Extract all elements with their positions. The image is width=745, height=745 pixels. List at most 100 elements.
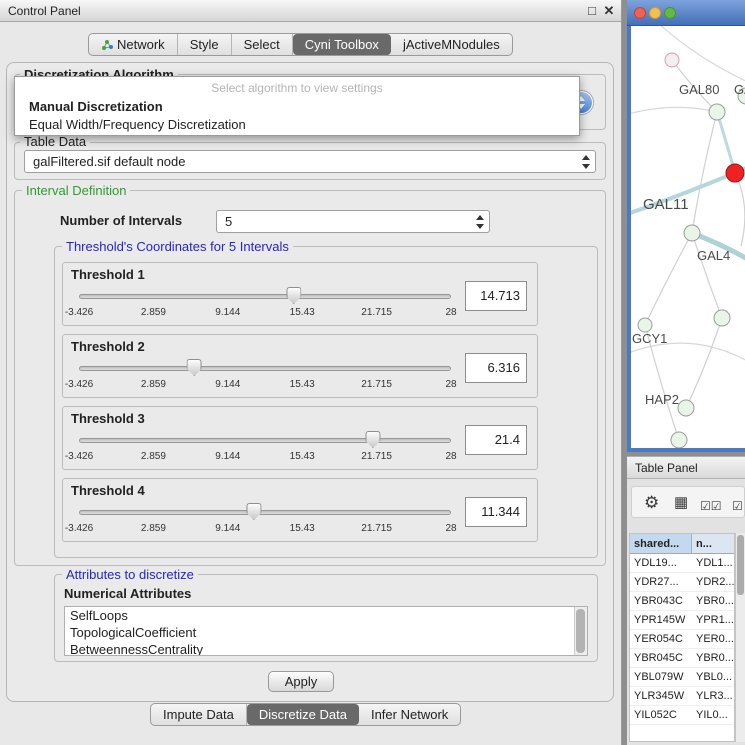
cell-name[interactable]: YBR0... (692, 592, 735, 611)
slider-thumb[interactable] (187, 359, 202, 376)
slider-thumb[interactable] (286, 287, 301, 304)
cell-shared-name[interactable]: YDL19... (630, 554, 692, 573)
network-node[interactable] (665, 53, 679, 67)
table-row[interactable]: YBR043C YBR0... (630, 592, 734, 611)
table-row[interactable]: YBR045C YBR0... (630, 649, 734, 668)
column-header-shared-name[interactable]: shared... (630, 534, 692, 554)
slider-track[interactable] (79, 510, 451, 515)
network-node[interactable] (714, 310, 730, 326)
table-row[interactable]: YDL19... YDL1... (630, 554, 734, 573)
tab-discretize-data[interactable]: Discretize Data (247, 704, 359, 725)
zoom-button[interactable] (664, 7, 676, 19)
table-panel-header: Table Panel (627, 456, 745, 479)
table-row[interactable]: YIL052C YIL0... (630, 706, 734, 725)
cell-shared-name[interactable]: YLR345W (630, 687, 692, 706)
network-node[interactable] (684, 225, 700, 241)
network-edge[interactable] (717, 112, 735, 173)
list-item[interactable]: BetweennessCentrality (65, 641, 587, 656)
gear-icon[interactable]: ⚙ (644, 493, 659, 513)
node-label-hap2: HAP2 (645, 392, 679, 407)
table-panel: Table Panel ⚙ ▦ ☑☑ ☑ shared... n... YDL1… (627, 456, 745, 745)
tick-label: 2.859 (141, 523, 166, 534)
dropdown-item-equal-width-frequency[interactable]: Equal Width/Frequency Discretization (19, 116, 575, 133)
cell-name[interactable]: YBR0... (692, 649, 735, 668)
number-of-intervals-combobox[interactable]: 5 (216, 210, 490, 233)
slider-track[interactable] (79, 294, 451, 299)
cell-shared-name[interactable]: YDR27... (630, 573, 692, 592)
cell-shared-name[interactable]: YBL079W (630, 668, 692, 687)
close-icon[interactable]: ✕ (601, 0, 617, 22)
table-row[interactable]: YPR145W YPR1... (630, 611, 734, 630)
tick-label: 21.715 (361, 307, 392, 318)
threshold-2-label: Threshold 2 (71, 339, 145, 354)
column-header-name[interactable]: n... (692, 534, 735, 554)
cell-name[interactable]: YDR2... (692, 573, 735, 592)
tick-label: -3.426 (65, 523, 93, 534)
cell-shared-name[interactable]: YER054C (630, 630, 692, 649)
cell-name[interactable]: YBL0... (692, 668, 735, 687)
tab-network[interactable]: Network (89, 34, 178, 55)
attributes-list-scrollbar[interactable] (574, 607, 587, 655)
float-window-icon[interactable]: □ (584, 0, 600, 22)
tab-infer-network[interactable]: Infer Network (359, 704, 460, 725)
cell-shared-name[interactable]: YPR145W (630, 611, 692, 630)
threshold-4-slider[interactable] (79, 503, 451, 523)
tab-cyni-toolbox[interactable]: Cyni Toolbox (293, 34, 391, 55)
threshold-3-value-field[interactable]: 21.4 (465, 425, 527, 455)
cell-name[interactable]: YER0... (692, 630, 735, 649)
network-canvas[interactable]: GAL80 GA GAL11 GAL4 GCY1 HAP2 (631, 26, 745, 448)
slider-thumb[interactable] (365, 431, 380, 448)
table-row[interactable]: YBL079W YBL0... (630, 668, 734, 687)
tick-label: 9.144 (215, 379, 240, 390)
panel-title: Control Panel (8, 0, 81, 22)
table-data-combobox[interactable]: galFiltered.sif default node (24, 150, 596, 173)
network-node[interactable] (709, 104, 725, 120)
cell-shared-name[interactable]: YBR045C (630, 649, 692, 668)
close-button[interactable] (634, 7, 646, 19)
cell-name[interactable]: YLR3... (692, 687, 735, 706)
network-node[interactable] (678, 400, 694, 416)
cell-name[interactable]: YPR1... (692, 611, 735, 630)
slider-track[interactable] (79, 366, 451, 371)
cell-shared-name[interactable]: YBR043C (630, 592, 692, 611)
threshold-2-value-field[interactable]: 6.316 (465, 353, 527, 383)
table-scrollbar[interactable] (735, 533, 745, 742)
checkbox-icon[interactable]: ☑ (732, 496, 743, 516)
tick-label: 15.43 (290, 523, 315, 534)
threshold-3-panel: Threshold 3 -3.426 2.859 9.144 15.43 21.… (62, 406, 538, 470)
tab-jactivemnodules[interactable]: jActiveMNodules (391, 34, 512, 55)
cell-name[interactable]: YIL0... (692, 706, 735, 725)
list-item[interactable]: TopologicalCoefficient (65, 624, 587, 641)
threshold-1-value-field[interactable]: 14.713 (465, 281, 527, 311)
network-node[interactable] (638, 318, 652, 332)
list-item[interactable]: SelfLoops (65, 607, 587, 624)
tab-select[interactable]: Select (232, 34, 293, 55)
interval-definition-label: Interval Definition (22, 183, 130, 198)
apply-button[interactable]: Apply (268, 671, 334, 692)
threshold-1-slider[interactable] (79, 287, 451, 307)
threshold-3-slider[interactable] (79, 431, 451, 451)
table-toolbar: ⚙ ▦ ☑☑ ☑ (631, 486, 745, 518)
columns-icon[interactable]: ▦ (674, 493, 688, 513)
table-row[interactable]: YER054C YER0... (630, 630, 734, 649)
scrollbar-thumb[interactable] (576, 609, 585, 653)
network-node-selected[interactable] (726, 164, 744, 182)
cell-name[interactable]: YDL1... (692, 554, 735, 573)
minimize-button[interactable] (649, 7, 661, 19)
table-row[interactable]: YLR345W YLR3... (630, 687, 734, 706)
slider-tick-labels: -3.426 2.859 9.144 15.43 21.715 28 (79, 523, 451, 535)
tab-impute-data[interactable]: Impute Data (151, 704, 247, 725)
scrollbar-thumb[interactable] (737, 535, 744, 595)
slider-thumb[interactable] (246, 503, 261, 520)
tab-style[interactable]: Style (178, 34, 232, 55)
cell-shared-name[interactable]: YIL052C (630, 706, 692, 725)
dropdown-item-manual-discretization[interactable]: Manual Discretization (19, 98, 575, 115)
threshold-4-label: Threshold 4 (71, 483, 145, 498)
network-node[interactable] (671, 432, 687, 448)
table-row[interactable]: YDR27... YDR2... (630, 573, 734, 592)
threshold-4-value-field[interactable]: 11.344 (465, 497, 527, 527)
select-all-checkbox-icon[interactable]: ☑☑ (700, 496, 722, 516)
slider-track[interactable] (79, 438, 451, 443)
threshold-2-slider[interactable] (79, 359, 451, 379)
network-window-titlebar[interactable] (627, 0, 745, 26)
